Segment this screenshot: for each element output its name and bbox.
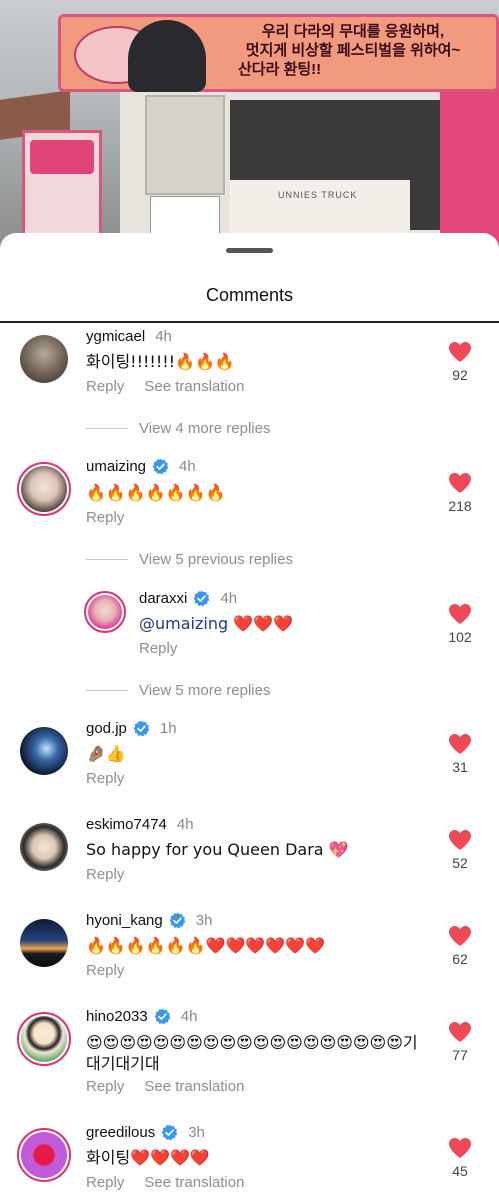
header-divider xyxy=(0,321,499,323)
comment-text: So happy for you Queen Dara 💖 xyxy=(86,840,349,859)
reply-button[interactable]: Reply xyxy=(86,378,124,395)
heart-icon[interactable] xyxy=(448,925,472,947)
comment-text: 🔥🔥🔥🔥🔥🔥🔥 xyxy=(86,483,226,502)
like-button[interactable]: 102 xyxy=(446,603,474,645)
truck-door xyxy=(145,95,225,195)
heart-icon[interactable] xyxy=(448,1137,472,1159)
username[interactable]: hino2033 xyxy=(86,1008,148,1025)
like-count: 102 xyxy=(448,629,472,645)
avatar[interactable] xyxy=(20,727,68,775)
heart-icon[interactable] xyxy=(448,733,472,755)
sheet-title: Comments xyxy=(205,285,294,305)
avatar[interactable] xyxy=(17,1012,71,1066)
reply-button[interactable]: Reply xyxy=(86,962,124,979)
see-translation-button[interactable]: See translation xyxy=(144,1174,244,1191)
view-more-replies-button[interactable]: View 5 more replies xyxy=(86,682,270,699)
timestamp: 4h xyxy=(180,1008,198,1025)
view-replies-label[interactable]: View 4 more replies xyxy=(139,420,270,437)
username[interactable]: hyoni_kang xyxy=(86,912,163,929)
banner-line-1: 우리 다라의 무대를 응원하며, xyxy=(261,23,445,40)
comment-text: 🤌🏽👍 xyxy=(86,744,126,763)
like-count: 45 xyxy=(452,1163,468,1179)
comment-text: 화이팅❤️❤️❤️❤️ xyxy=(86,1148,210,1167)
heart-icon[interactable] xyxy=(448,603,472,625)
comment-text: @umaizing ❤️❤️❤️ xyxy=(139,614,293,634)
timestamp: 4h xyxy=(220,590,238,607)
see-translation-button[interactable]: See translation xyxy=(144,1078,244,1095)
avatar[interactable] xyxy=(84,591,126,633)
reply-button[interactable]: Reply xyxy=(86,1078,124,1095)
timestamp: 4h xyxy=(179,458,196,475)
like-count: 62 xyxy=(452,951,468,967)
view-previous-replies-button[interactable]: View 5 previous replies xyxy=(86,551,293,568)
verified-badge-icon xyxy=(133,720,150,737)
view-replies-label[interactable]: View 5 previous replies xyxy=(139,551,293,568)
username[interactable]: eskimo7474 xyxy=(86,816,167,833)
replies-line xyxy=(86,559,128,560)
comment-text: 🔥🔥🔥🔥🔥🔥❤️❤️❤️❤️❤️❤️ xyxy=(86,936,326,955)
reply-button[interactable]: Reply xyxy=(139,640,177,657)
username[interactable]: greedilous xyxy=(86,1124,155,1141)
like-button[interactable]: 92 xyxy=(446,341,474,383)
verified-badge-icon xyxy=(154,1008,171,1025)
avatar[interactable] xyxy=(20,823,68,871)
timestamp: 4h xyxy=(176,816,194,833)
comment-text: 화이팅!!!!!!!🔥🔥🔥 xyxy=(86,352,235,371)
background-photo: UNNIES TRUCK 우리 다라의 무대를 응원하며, 멋지게 비상할 페스… xyxy=(0,0,499,250)
reply-button[interactable]: Reply xyxy=(86,509,124,526)
see-translation-button[interactable]: See translation xyxy=(144,378,244,395)
heart-icon[interactable] xyxy=(448,1021,472,1043)
verified-badge-icon xyxy=(161,1124,178,1141)
heart-icon[interactable] xyxy=(448,341,472,363)
avatar[interactable] xyxy=(20,919,68,967)
like-button[interactable]: 218 xyxy=(446,472,474,514)
replies-line xyxy=(86,690,128,691)
like-button[interactable]: 31 xyxy=(446,733,474,775)
verified-badge-icon xyxy=(152,458,169,475)
like-button[interactable]: 62 xyxy=(446,925,474,967)
username[interactable]: umaizing xyxy=(86,458,146,475)
view-more-replies-button[interactable]: View 4 more replies xyxy=(86,420,270,437)
reply-button[interactable]: Reply xyxy=(86,770,124,787)
banner-text: 우리 다라의 무대를 응원하며, 멋지게 비상할 페스티벌을 위하여~ 산다라 … xyxy=(218,22,488,79)
banner-line-3: 산다라 환팅!! xyxy=(238,61,322,78)
like-count: 218 xyxy=(448,498,472,514)
like-button[interactable]: 77 xyxy=(446,1021,474,1063)
like-count: 92 xyxy=(452,367,468,383)
username[interactable]: daraxxi xyxy=(139,590,187,607)
like-count: 31 xyxy=(452,759,468,775)
heart-icon[interactable] xyxy=(448,472,472,494)
heart-icon[interactable] xyxy=(448,829,472,851)
timestamp: 1h xyxy=(159,720,177,737)
timestamp: 3h xyxy=(195,912,213,929)
like-count: 52 xyxy=(452,855,468,871)
like-button[interactable]: 52 xyxy=(446,829,474,871)
banner-portrait xyxy=(128,20,206,92)
replies-line xyxy=(86,428,128,429)
like-count: 77 xyxy=(452,1047,468,1063)
view-replies-label[interactable]: View 5 more replies xyxy=(139,682,270,699)
reply-button[interactable]: Reply xyxy=(86,1174,124,1191)
username[interactable]: ygmicael xyxy=(86,328,145,345)
banner-line-2: 멋지게 비상할 페스티벌을 위하여~ xyxy=(245,42,461,59)
mention-link[interactable]: @umaizing xyxy=(139,614,228,633)
reply-button[interactable]: Reply xyxy=(86,866,124,883)
timestamp: 4h xyxy=(155,328,172,345)
truck-label: UNNIES TRUCK xyxy=(278,190,358,200)
username[interactable]: god.jp xyxy=(86,720,127,737)
verified-badge-icon xyxy=(169,912,186,929)
standing-sign-header xyxy=(30,140,94,174)
avatar[interactable] xyxy=(17,1128,71,1182)
comment-text: 😍😍😍😍😍😍😍😍😍😍😍😍😍😍😍😍😍😍😍기대기대기대 xyxy=(86,1033,418,1073)
timestamp: 3h xyxy=(188,1124,205,1141)
avatar[interactable] xyxy=(17,462,71,516)
drag-handle[interactable] xyxy=(226,248,273,253)
comment-body: ❤️❤️❤️ xyxy=(228,614,293,633)
avatar[interactable] xyxy=(20,335,68,383)
like-button[interactable]: 45 xyxy=(446,1137,474,1179)
verified-badge-icon xyxy=(194,590,210,607)
